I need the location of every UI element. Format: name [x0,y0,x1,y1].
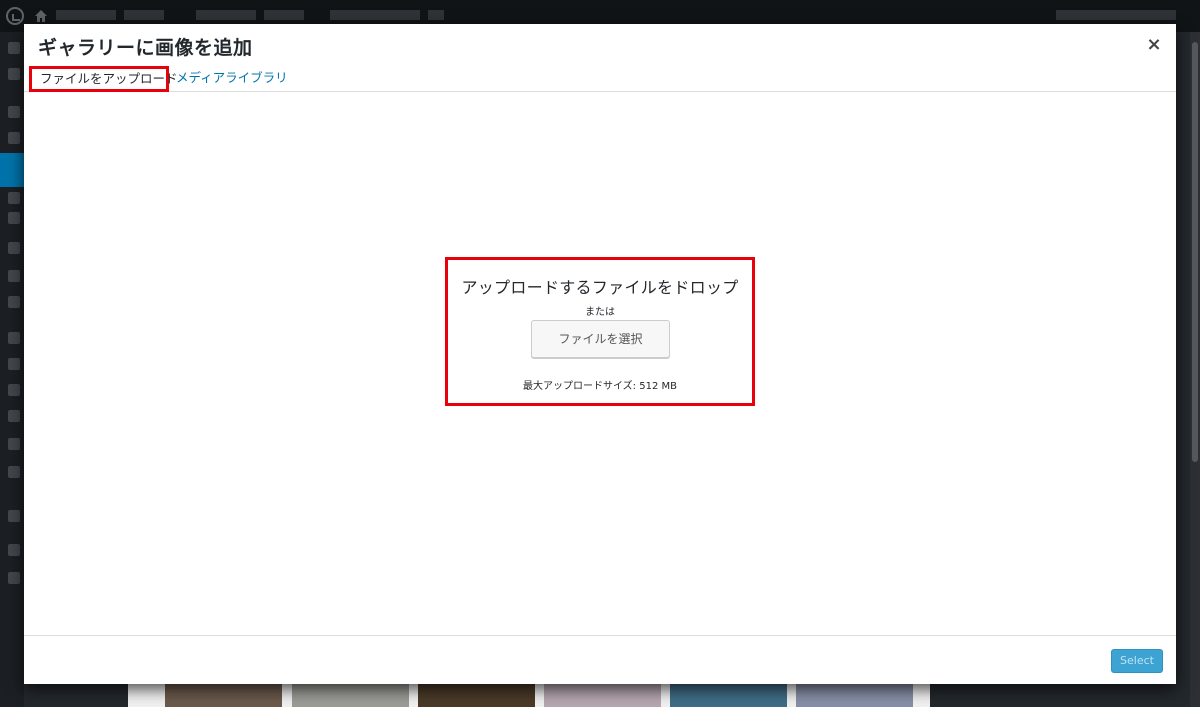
gallery-thumbnail[interactable] [418,683,535,707]
dashboard-icon[interactable] [8,42,20,54]
sidebar-active-item[interactable] [0,153,24,187]
appearance-icon[interactable] [8,332,20,344]
shield-icon[interactable] [8,68,20,80]
mail-icon[interactable] [8,296,20,308]
admin-sidebar [0,32,24,707]
media-icon[interactable] [8,132,20,144]
plugins-icon[interactable] [8,358,20,370]
page-scrollbar[interactable] [1190,32,1200,707]
admin-bar-site-name[interactable] [56,10,116,20]
scrollbar-thumb[interactable] [1192,42,1198,462]
gallery-thumbnail[interactable] [165,683,282,707]
modal-toolbar: Select [24,635,1176,684]
modal-title: ギャラリーに画像を追加 [38,37,253,59]
select-files-button[interactable]: ファイルを選択 [531,320,670,358]
users-icon[interactable] [8,384,20,396]
gallery-thumbnail[interactable] [796,683,913,707]
drop-instructions: アップロードするファイルをドロップ [461,278,739,297]
submenu-item[interactable] [8,212,20,224]
layout-icon[interactable] [8,438,20,450]
select-button[interactable]: Select [1111,649,1163,673]
admin-bar-item[interactable] [264,10,304,20]
admin-bar-item[interactable] [124,10,164,20]
plus-circle-icon[interactable] [8,572,20,584]
gallery-thumbnail[interactable] [544,683,661,707]
home-icon[interactable] [34,9,48,23]
tab-upload-files[interactable]: ファイルをアップロード [29,66,178,92]
pin-icon[interactable] [8,270,20,282]
table-icon[interactable] [8,466,20,478]
tab-media-library[interactable]: メディアライブラリ [176,66,288,92]
close-icon[interactable]: × [1142,34,1166,58]
admin-bar-item[interactable] [196,10,256,20]
admin-bar-item[interactable] [428,10,444,20]
media-modal: ギャラリーに画像を追加 × ファイルをアップロード メディアライブラリ アップロ… [24,24,1176,684]
admin-bar-item[interactable] [330,10,420,20]
share-icon[interactable] [8,544,20,556]
admin-bar-account[interactable] [1056,10,1176,20]
pin-icon[interactable] [8,106,20,118]
submenu-item[interactable] [8,192,20,204]
settings-icon[interactable] [8,510,20,522]
tools-icon[interactable] [8,410,20,422]
or-label: または [585,307,615,318]
uploader-inline: アップロードするファイルをドロップ または ファイルを選択 最大アップロードサイ… [445,257,755,406]
comments-icon[interactable] [8,242,20,254]
max-upload-size: 最大アップロードサイズ: 512 MB [522,381,677,392]
upload-drop-area[interactable]: アップロードするファイルをドロップ または ファイルを選択 最大アップロードサイ… [24,92,1176,635]
gallery-thumbnail[interactable] [670,683,787,707]
media-router-tabs: ファイルをアップロード メディアライブラリ [24,64,1176,92]
wordpress-logo-icon[interactable] [6,7,24,25]
gallery-thumbnail[interactable] [292,683,409,707]
